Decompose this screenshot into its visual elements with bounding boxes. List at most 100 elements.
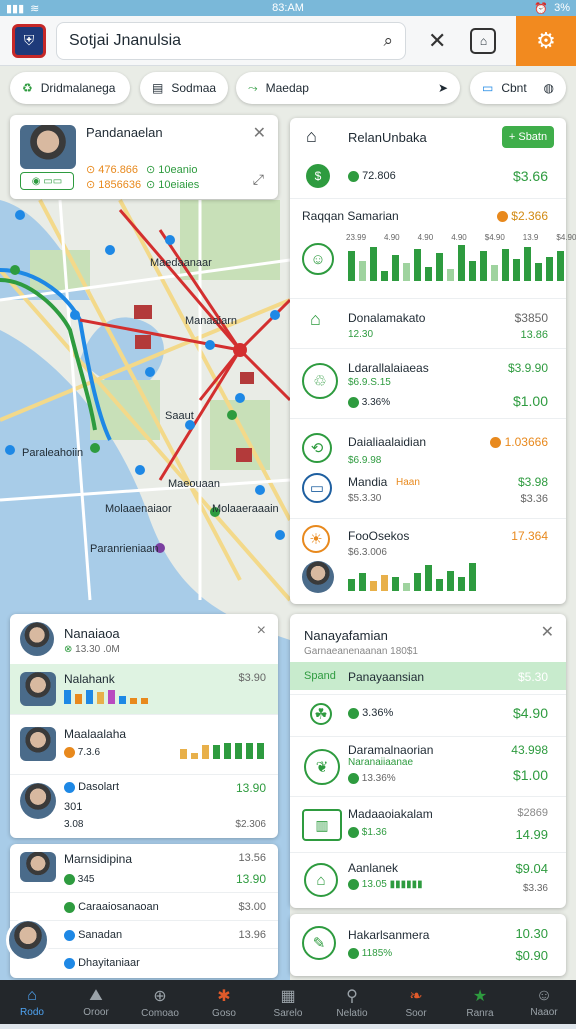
chip-cbnt[interactable]: ▭ Cbnt ◍ <box>470 72 566 104</box>
item-price: $3.9.90 <box>507 361 548 375</box>
list-item[interactable]: ❦ Daramalnaorian Naranaiiaanae 13.36% 43… <box>290 736 566 796</box>
item-title: Aanlanek <box>348 861 399 875</box>
item-sub: $6.3.006 <box>348 547 387 558</box>
chip-maedap[interactable]: ⤳ Maedap ➤ <box>236 72 460 104</box>
settings-icon: ⚙ <box>536 28 556 53</box>
nav-list[interactable]: ▦ Sarelo <box>256 980 320 1024</box>
avatar <box>20 783 56 819</box>
item-title: Maalaalaha <box>64 727 127 741</box>
list-item[interactable]: ⌂ Donalamakato 12.30 $3850 13.86 <box>290 298 566 348</box>
card-icon: ▭ <box>482 81 494 95</box>
profile-icon[interactable]: ⌂ <box>470 27 497 54</box>
item-price: 17.364 <box>511 529 548 543</box>
chip-label: Maedap <box>265 81 309 95</box>
item-title: Hakarlsanmera <box>348 928 430 942</box>
list-item[interactable]: Dhayitaniaar <box>10 948 278 978</box>
action-button[interactable]: + Sbatn <box>502 126 554 148</box>
list-item[interactable]: ⌂ Aanlanek 13.05 ▮▮▮▮▮▮ $9.04 $3.36 <box>290 852 566 908</box>
close-icon[interactable]: ✕ <box>253 123 266 143</box>
nav-map[interactable]: ⛰ Oroor <box>64 980 128 1024</box>
top-bar: ⛨ Sotjai Jnanulsia ⌕ ✕ ⌂ ⚙ <box>0 16 576 66</box>
list-item[interactable]: Sanadan 13.96 <box>10 920 278 948</box>
left-panel-2: Marnsidipina 345 13.56 13.90 Caraaiosana… <box>6 844 278 978</box>
building-icon: ⌂ <box>304 863 338 897</box>
filter-chips: ♻ Dridmalanega ▤ Sodmaa ⤳ Maedap ➤ ▭ Cbnt ◍ <box>0 68 576 108</box>
nav-profile[interactable]: ☺ Naaor <box>512 980 576 1024</box>
search-input[interactable]: Sotjai Jnanulsia ⌕ <box>56 21 406 60</box>
profile-card[interactable]: Pandanaelan ✕ ⊙ 476.866 ⊙ 1856636 ⊙ 10ea… <box>10 115 278 199</box>
item-title: Madaaoiakalam <box>348 807 433 821</box>
list-item[interactable]: ▥ Madaaoiakalam $1.36 $2869 14.99 <box>290 796 566 852</box>
store-thumbnail <box>20 727 56 761</box>
item-title: FooOsekos <box>348 529 410 543</box>
map-label: Paraleahoiin <box>22 447 84 459</box>
plant-icon: ❦ <box>304 749 340 785</box>
list-item[interactable]: ⟲ Daialiaalaidian $6.9.98 1.03666 ▭ Mand… <box>290 418 566 518</box>
item-price: 43.998 <box>511 743 548 757</box>
list-item-selected[interactable]: Nalahank $3.90 <box>10 664 278 714</box>
nav-user[interactable]: ⚲ Nelatio <box>320 980 384 1024</box>
status-badge: ◉ ▭▭ <box>20 172 74 190</box>
grid-icon: ▦ <box>280 987 296 1005</box>
top-value: 72.806 <box>348 170 396 182</box>
nav-label: Naaor <box>530 1006 558 1018</box>
nav-rewards[interactable]: ★ Ranra <box>448 980 512 1024</box>
map-label: Molaaenaiaor <box>105 503 172 515</box>
list-item[interactable]: ☀ FooOsekos $6.3.006 17.364 <box>290 518 566 604</box>
nav-offers[interactable]: ❧ Soor <box>384 980 448 1024</box>
app-logo[interactable]: ⛨ <box>12 23 46 58</box>
list-icon: ▤ <box>152 81 164 95</box>
map-icon: ⛰ <box>89 986 103 1004</box>
recycle-icon: ♻ <box>22 81 33 95</box>
nav-label: Comoao <box>141 1007 179 1019</box>
floating-avatar[interactable] <box>6 918 50 962</box>
close-icon[interactable]: ✕ <box>541 622 554 642</box>
list-item[interactable]: Caraaiosanaoan $3.00 <box>10 892 278 920</box>
item-sub: 13.05 ▮▮▮▮▮▮ <box>348 879 423 890</box>
expand-icon[interactable]: ⤢ <box>253 171 264 188</box>
top-price: $3.66 <box>512 168 548 184</box>
nav-home[interactable]: ⌂ Rodo <box>0 980 64 1024</box>
chart-title: Raqqan Samarian <box>302 209 399 223</box>
close-icon[interactable]: × <box>257 622 266 640</box>
nav-deals[interactable]: ✱ Goso <box>192 980 256 1024</box>
item-price: 1.03666 <box>490 435 548 449</box>
home-icon: ⌂ <box>27 986 37 1004</box>
item-title: Donalamakato <box>348 311 426 325</box>
list-item[interactable]: Maalaalaha 7.3.6 <box>10 714 278 774</box>
chip-label: Cbnt <box>501 81 527 95</box>
bottom-card[interactable]: ✎ Hakarlsanmera 1185% 10.30 $0.90 <box>290 914 566 976</box>
item-price: $9.04 <box>515 861 548 876</box>
item-title: Sanadan <box>64 929 122 941</box>
chip-sodmaa[interactable]: ▤ Sodmaa <box>140 72 228 104</box>
map-label: Maeouaan <box>168 478 220 490</box>
list-item[interactable]: ♲ Ldarallalaiaeas $6.9.S.15 3.36% $3.9.9… <box>290 348 566 418</box>
item-bars <box>64 688 148 704</box>
left-panel: Nanaiaoa ⊗ 13.30 .0M × Nalahank $3.90 Ma… <box>10 614 278 838</box>
highlight-row[interactable]: Spand Panayaansian $5.30 <box>290 662 566 690</box>
list-item[interactable]: Dasolart 301 3.08 13.90 $2.306 <box>10 774 278 838</box>
profile-icon: ☺ <box>535 986 553 1004</box>
panel-subtitle: Garnaeanenaanan 180$1 <box>304 646 418 657</box>
item-sub: Naranaiiaanae <box>348 757 414 768</box>
status-time: 83:AM <box>272 2 304 14</box>
item-price2: $1.00 <box>512 393 548 409</box>
chip-label: Dridmalanega <box>40 81 116 95</box>
leaf-icon: ☺ <box>302 243 334 275</box>
map-label: Maedaanaar <box>150 257 212 269</box>
chip-dridmalanega[interactable]: ♻ Dridmalanega <box>10 72 130 104</box>
nav-label: Sarelo <box>273 1007 303 1019</box>
avatar <box>20 125 76 169</box>
home-icon: ⌂ <box>310 309 321 329</box>
item-title: Dhayitaniaar <box>64 957 140 969</box>
highlight-label: Panayaansian <box>348 670 425 684</box>
currency-icon: $ <box>306 164 330 188</box>
search-icon[interactable]: ⌕ <box>383 31 393 51</box>
nav-compass[interactable]: ⊕ Comoao <box>128 980 192 1024</box>
building-icon: ⌂ <box>306 126 317 146</box>
close-icon[interactable]: ✕ <box>428 28 446 54</box>
list-item[interactable]: ☘ 3.36% $4.90 <box>290 694 566 736</box>
menu-button[interactable]: ⚙ <box>516 16 576 66</box>
user-icon: ⚲ <box>346 987 358 1005</box>
leaf-icon: ❧ <box>409 987 423 1005</box>
